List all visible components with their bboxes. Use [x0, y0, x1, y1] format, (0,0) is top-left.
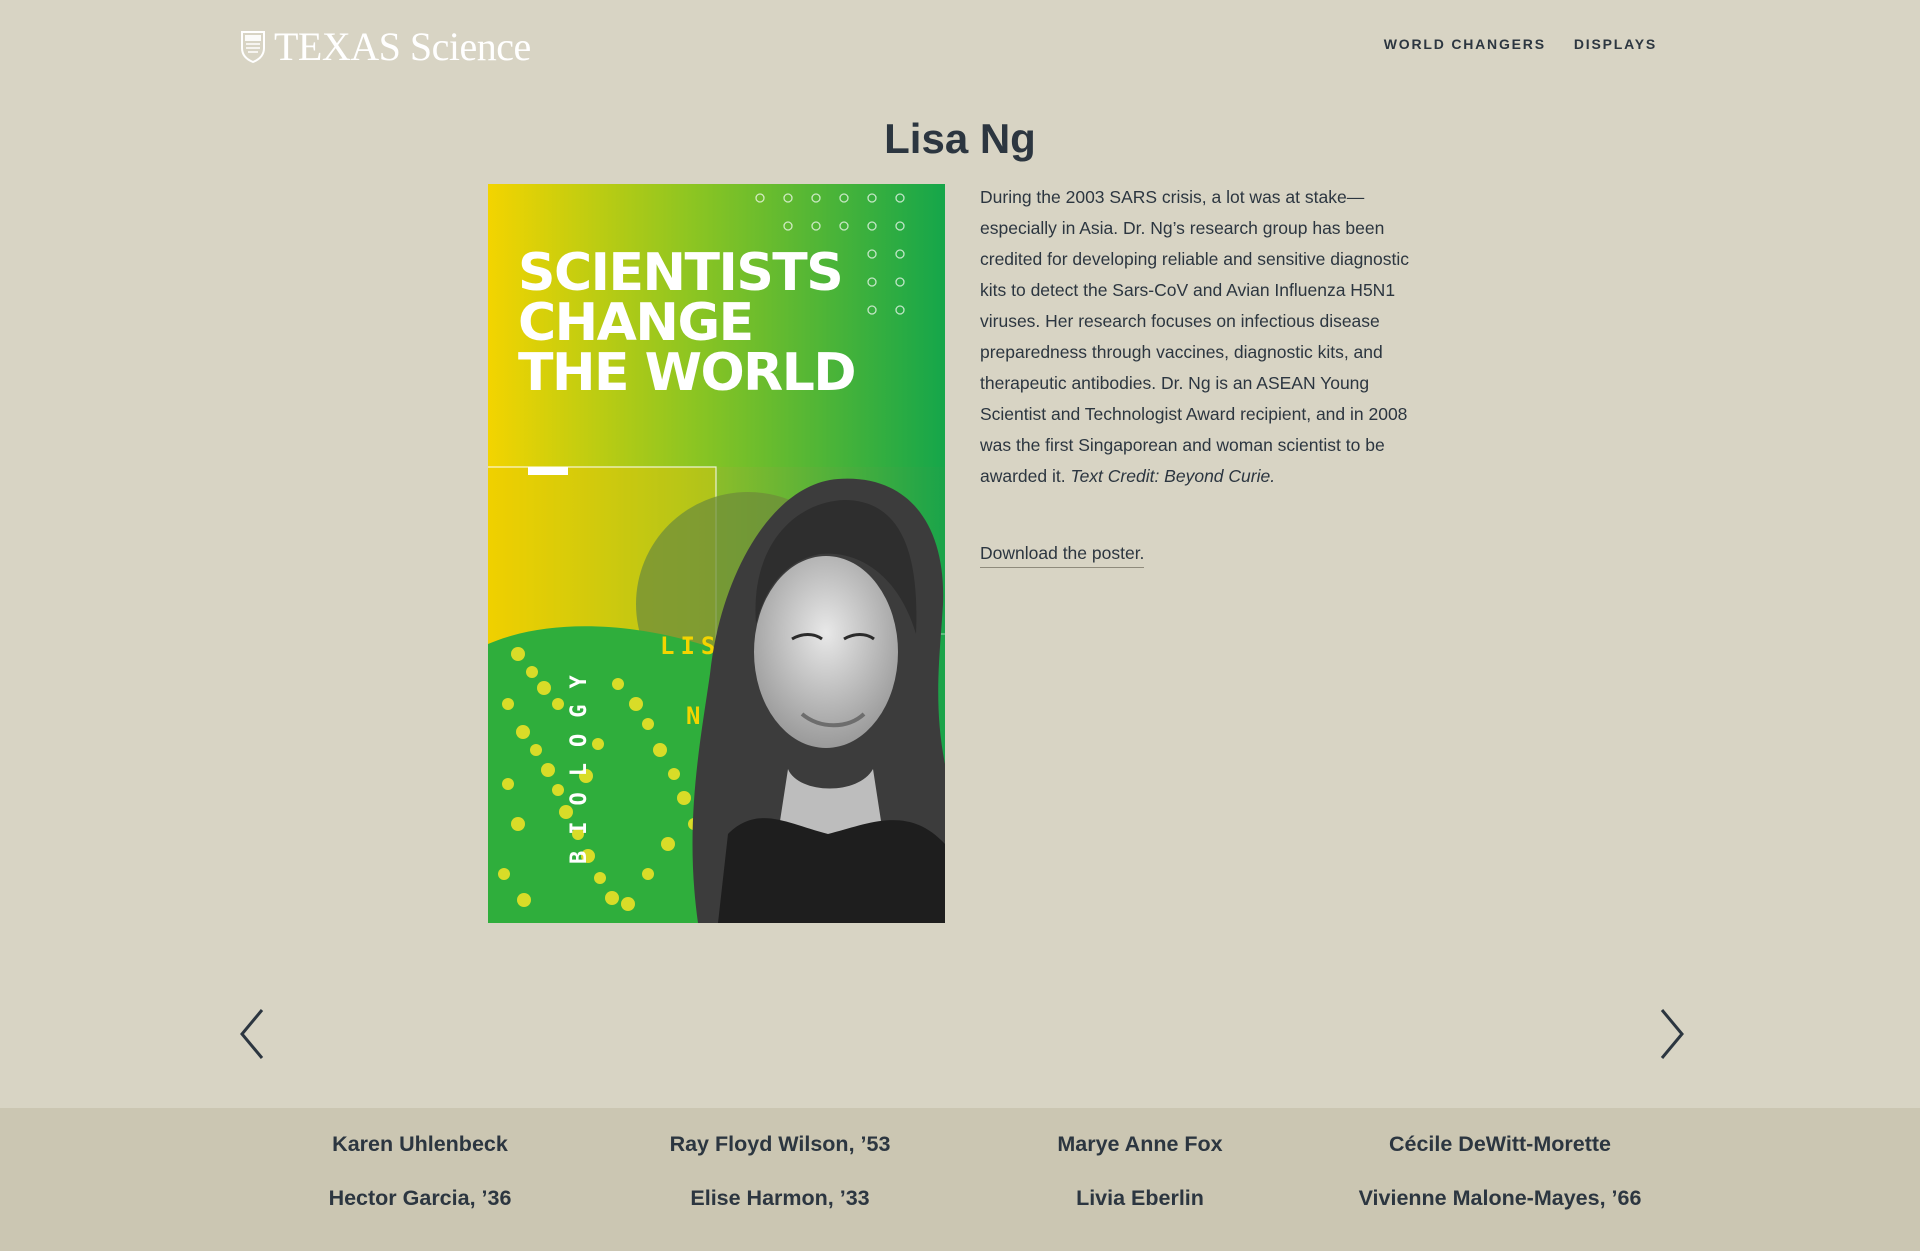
- ut-shield-icon: [241, 31, 265, 64]
- text-credit: Text Credit: Beyond Curie.: [1070, 466, 1276, 486]
- carousel-next-button[interactable]: [1654, 1006, 1688, 1062]
- description-text: During the 2003 SARS crisis, a lot was a…: [980, 187, 1410, 486]
- logo-text: TEXAS Science: [274, 24, 531, 69]
- scientist-link-cecile-dewitt-morette[interactable]: Cécile DeWitt-Morette: [1320, 1128, 1680, 1160]
- scientist-list: Karen Uhlenbeck Ray Floyd Wilson, ’53 Ma…: [240, 1128, 1680, 1214]
- scientist-link-hector-garcia[interactable]: Hector Garcia, ’36: [240, 1182, 600, 1214]
- scientist-poster: SCIENTISTS CHANGE THE WORLD BIOLOGY LISA…: [488, 184, 945, 923]
- poster-headline-line-3: THE WORLD: [518, 343, 855, 403]
- top-nav: WORLD CHANGERS DISPLAYS: [1384, 36, 1657, 52]
- scientist-link-vivienne-malone-mayes[interactable]: Vivienne Malone-Mayes, ’66: [1320, 1182, 1680, 1214]
- nav-displays[interactable]: DISPLAYS: [1574, 36, 1657, 52]
- download-poster-link[interactable]: Download the poster.: [980, 542, 1145, 568]
- scientist-link-livia-eberlin[interactable]: Livia Eberlin: [960, 1182, 1320, 1214]
- page-title: Lisa Ng: [884, 115, 1036, 162]
- nav-world-changers[interactable]: WORLD CHANGERS: [1384, 36, 1546, 52]
- scientist-link-ray-floyd-wilson[interactable]: Ray Floyd Wilson, ’53: [600, 1128, 960, 1160]
- scientist-link-karen-uhlenbeck[interactable]: Karen Uhlenbeck: [240, 1128, 600, 1160]
- poster-artwork: SCIENTISTS CHANGE THE WORLD BIOLOGY LISA…: [488, 184, 945, 923]
- scientist-link-marye-anne-fox[interactable]: Marye Anne Fox: [960, 1128, 1320, 1160]
- poster-field-label: BIOLOGY: [567, 659, 592, 864]
- scientist-link-elise-harmon[interactable]: Elise Harmon, ’33: [600, 1182, 960, 1214]
- site-header: TEXAS Science WORLD CHANGERS DISPLAYS: [0, 0, 1920, 96]
- scientist-description: During the 2003 SARS crisis, a lot was a…: [980, 182, 1440, 492]
- texas-science-logo[interactable]: TEXAS Science: [240, 22, 531, 72]
- chevron-right-icon: [1660, 1009, 1684, 1059]
- carousel-prev-button[interactable]: [236, 1006, 270, 1062]
- chevron-left-icon: [240, 1009, 264, 1059]
